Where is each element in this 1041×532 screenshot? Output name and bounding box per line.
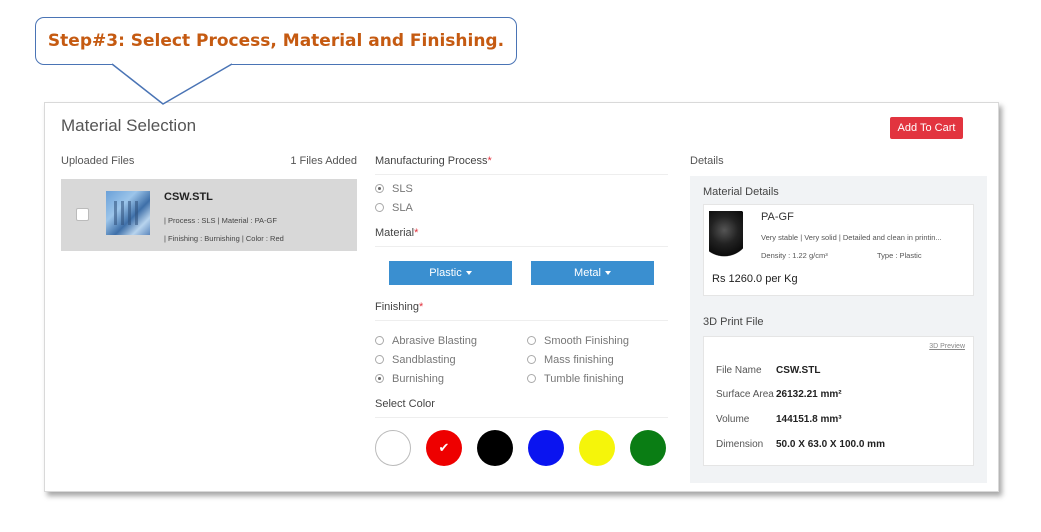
- file-card[interactable]: CSW.STL | Process : SLS | Material : PA-…: [61, 179, 357, 251]
- plastic-dropdown-button[interactable]: Plastic: [389, 261, 512, 285]
- uploaded-files-section: Uploaded Files 1 Files Added CSW.STL | P…: [61, 155, 357, 251]
- files-count: 1 Files Added: [290, 155, 357, 167]
- caret-down-icon: [604, 271, 611, 275]
- material-image: [709, 211, 743, 259]
- material-type: Type : Plastic: [877, 251, 922, 260]
- details-box: Material Details PA-GF Very stable | Ver…: [690, 176, 987, 483]
- color-swatches: ✔: [375, 430, 668, 466]
- material-description: Very stable | Very solid | Detailed and …: [761, 233, 942, 242]
- caret-down-icon: [465, 271, 472, 275]
- process-option-sla[interactable]: SLA: [375, 198, 668, 217]
- finishing-option-tumble-finishing[interactable]: Tumble finishing: [527, 369, 667, 388]
- material-buttons: Plastic Metal: [375, 261, 668, 285]
- file-thumbnail: [106, 191, 150, 235]
- add-to-cart-button[interactable]: Add To Cart: [890, 117, 963, 139]
- material-price: Rs 1260.0 per Kg: [712, 273, 798, 285]
- check-icon: ✔: [438, 440, 450, 455]
- radio-icon[interactable]: [375, 203, 384, 212]
- color-swatch-white[interactable]: [375, 430, 411, 466]
- print-file-heading: 3D Print File: [703, 316, 764, 328]
- material-card: PA-GF Very stable | Very solid | Detaile…: [703, 204, 974, 296]
- finishing-option-mass-finishing[interactable]: Mass finishing: [527, 350, 667, 369]
- callout-text: Step#3: Select Process, Material and Fin…: [47, 31, 505, 51]
- spec-surface-area: Surface Area 26132.21 mm²: [716, 389, 842, 400]
- finishing-option-smooth-finishing[interactable]: Smooth Finishing: [527, 331, 667, 350]
- color-swatch-blue[interactable]: [528, 430, 564, 466]
- radio-icon[interactable]: [527, 336, 536, 345]
- radio-icon[interactable]: [375, 374, 384, 383]
- radio-icon[interactable]: [375, 184, 384, 193]
- material-heading: Material*: [375, 227, 668, 247]
- material-details-heading: Material Details: [703, 186, 779, 198]
- uploaded-files-heading: Uploaded Files: [61, 155, 135, 167]
- finishing-options: Abrasive Blasting Smooth Finishing Sandb…: [375, 331, 668, 388]
- radio-icon[interactable]: [375, 336, 384, 345]
- radio-icon[interactable]: [527, 374, 536, 383]
- color-swatch-red[interactable]: ✔: [426, 430, 462, 466]
- spec-volume: Volume 144151.8 mm³: [716, 414, 842, 425]
- metal-dropdown-button[interactable]: Metal: [531, 261, 654, 285]
- process-option-sls[interactable]: SLS: [375, 179, 668, 198]
- radio-icon[interactable]: [375, 355, 384, 364]
- print-file-card: 3D Preview File Name CSW.STL Surface Area…: [703, 336, 974, 466]
- finishing-option-sandblasting[interactable]: Sandblasting: [375, 350, 527, 369]
- finishing-option-burnishing[interactable]: Burnishing: [375, 369, 527, 388]
- file-finishing-color: | Finishing : Burnishing | Color : Red: [164, 234, 284, 243]
- 3d-preview-link[interactable]: 3D Preview: [929, 343, 965, 350]
- process-options: SLS SLA: [375, 179, 668, 217]
- color-swatch-yellow[interactable]: [579, 430, 615, 466]
- color-swatch-black[interactable]: [477, 430, 513, 466]
- material-density: Density : 1.22 g/cm³: [761, 251, 828, 260]
- material-selection-panel: Material Selection Add To Cart Uploaded …: [44, 102, 999, 492]
- page-title: Material Selection: [61, 116, 197, 135]
- details-section: Details Material Details PA-GF Very stab…: [690, 155, 987, 483]
- details-heading: Details: [690, 155, 724, 167]
- material-name: PA-GF: [761, 211, 794, 223]
- file-process-material: | Process : SLS | Material : PA-GF: [164, 216, 277, 225]
- step-callout: Step#3: Select Process, Material and Fin…: [35, 17, 517, 65]
- color-swatch-green[interactable]: [630, 430, 666, 466]
- options-section: Manufacturing Process* SLS SLA Material*…: [375, 155, 668, 466]
- finishing-heading: Finishing*: [375, 301, 668, 321]
- process-heading: Manufacturing Process*: [375, 155, 668, 175]
- spec-dimension: Dimension 50.0 X 63.0 X 100.0 mm: [716, 439, 885, 450]
- file-select-checkbox[interactable]: [76, 208, 89, 221]
- select-color-heading: Select Color: [375, 398, 668, 418]
- spec-file-name: File Name CSW.STL: [716, 365, 821, 376]
- file-name: CSW.STL: [164, 191, 213, 203]
- radio-icon[interactable]: [527, 355, 536, 364]
- finishing-option-abrasive-blasting[interactable]: Abrasive Blasting: [375, 331, 527, 350]
